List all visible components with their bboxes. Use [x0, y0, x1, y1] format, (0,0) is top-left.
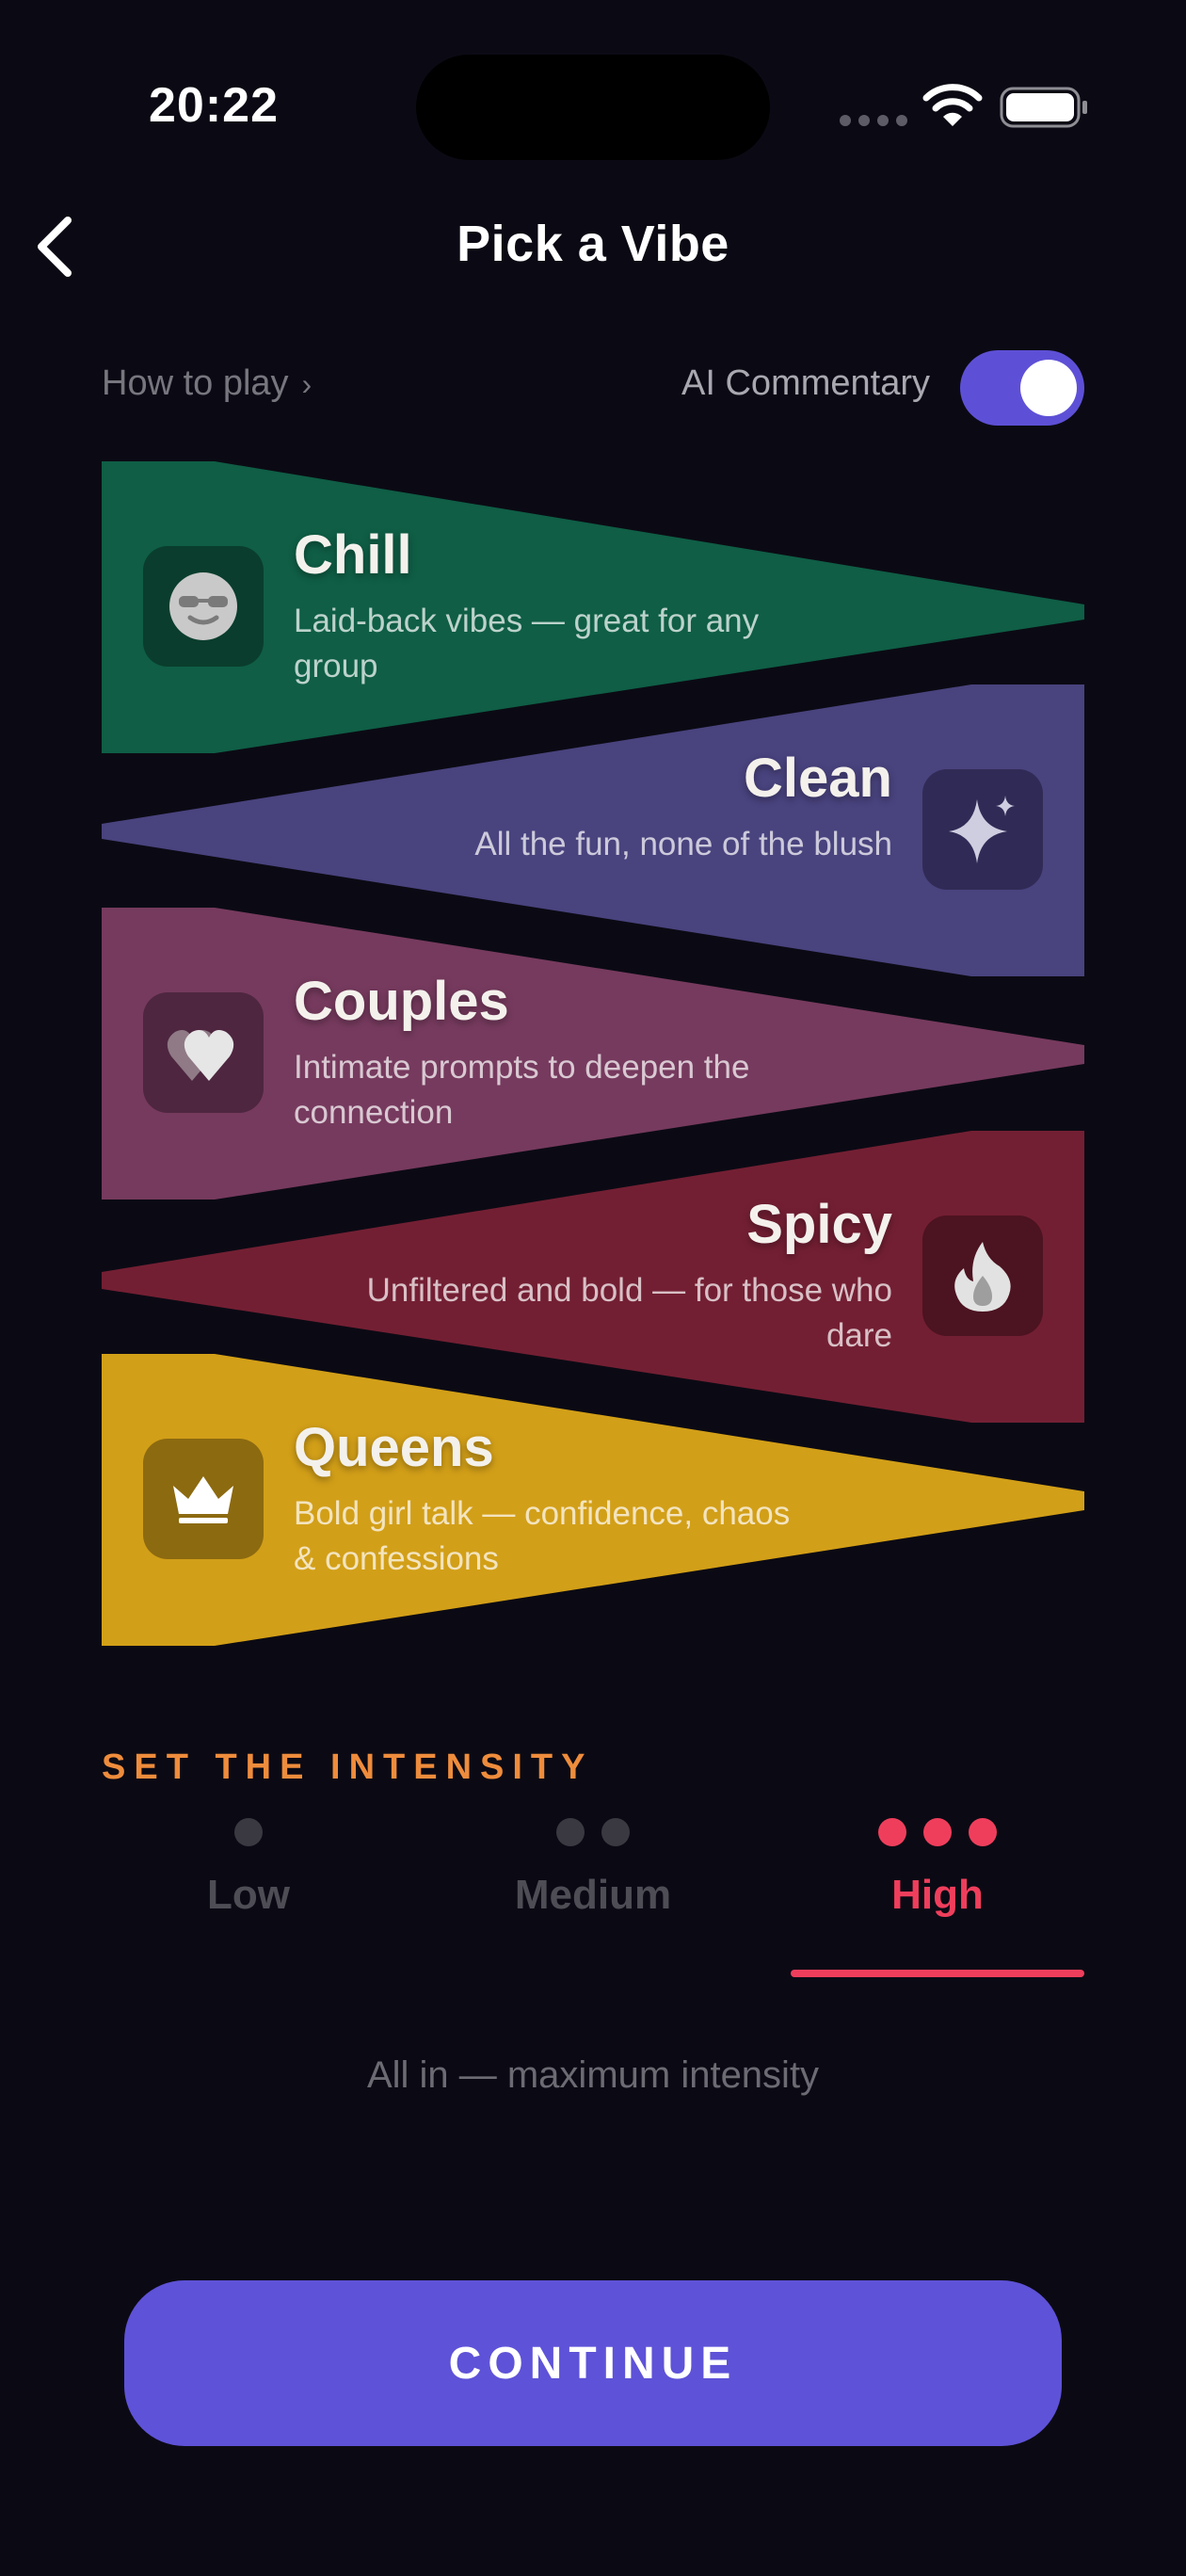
vibe-name: Couples	[294, 971, 509, 1032]
intensity-section-label: SET THE INTENSITY	[102, 1747, 594, 1787]
intensity-dots	[452, 1817, 734, 1847]
ai-commentary-label: AI Commentary	[681, 363, 930, 403]
vibe-name: Clean	[744, 748, 892, 809]
intensity-dots	[107, 1817, 390, 1847]
chevron-right-icon: ›	[301, 367, 313, 401]
page-title: Pick a Vibe	[457, 216, 729, 272]
crown-icon	[143, 1439, 264, 1559]
intensity-label: High	[891, 1872, 984, 1918]
ai-commentary-toggle[interactable]	[960, 350, 1084, 426]
flame-icon	[922, 1216, 1043, 1336]
battery-icon	[1000, 87, 1087, 128]
vibe-card-queens[interactable]: Queens Bold girl talk — confidence, chao…	[102, 1354, 1084, 1646]
dynamic-island	[416, 55, 770, 160]
wifi-icon	[922, 84, 983, 126]
vibe-description: Laid-back vibes — great for any group	[294, 603, 760, 684]
vibe-description: Unfiltered and bold — for those who dare	[366, 1272, 892, 1354]
status-time: 20:22	[149, 78, 279, 133]
vibe-name: Chill	[294, 524, 412, 586]
continue-button[interactable]: CONTINUE	[124, 2280, 1062, 2446]
intensity-high[interactable]: High	[796, 1817, 1079, 1919]
signal-icon	[840, 115, 907, 126]
toggle-knob	[1020, 360, 1077, 416]
how-to-play-link[interactable]: How to play ›	[102, 363, 312, 404]
hearts-icon	[143, 992, 264, 1113]
vibe-name: Spicy	[746, 1194, 892, 1255]
sparkle-icon	[922, 769, 1043, 890]
vibe-description: Bold girl talk — confidence, chaos & con…	[294, 1495, 791, 1577]
how-to-play-label: How to play	[102, 363, 289, 403]
sunglasses-face-icon	[143, 546, 264, 667]
intensity-low[interactable]: Low	[107, 1817, 390, 1919]
vibe-description: Intimate prompts to deepen the connectio…	[294, 1049, 750, 1131]
intensity-description: All in — maximum intensity	[366, 2054, 820, 2096]
intensity-dots	[796, 1817, 1079, 1847]
vibe-description: All the fun, none of the blush	[474, 826, 892, 862]
vibe-name: Queens	[294, 1417, 494, 1478]
intensity-label: Low	[207, 1872, 290, 1918]
selected-level-underline	[791, 1970, 1084, 1977]
pick-a-vibe-screen: 20:22 Pick a Vibe How to play › AI Commen…	[0, 0, 1186, 2576]
intensity-label: Medium	[514, 1872, 672, 1918]
intensity-medium[interactable]: Medium	[452, 1817, 734, 1919]
